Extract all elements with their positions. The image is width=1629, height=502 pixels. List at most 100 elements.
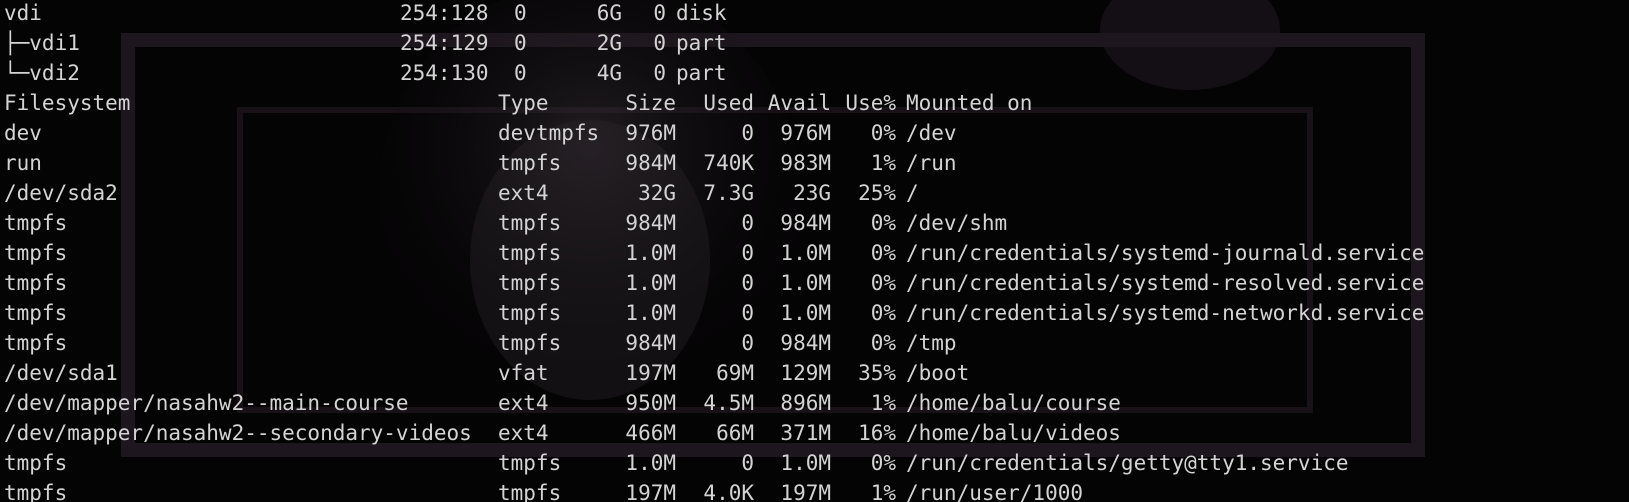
filesystem: tmpfs <box>4 211 68 235</box>
device-type: part <box>676 61 727 85</box>
fs-avail: 23G <box>793 181 831 205</box>
df-row: run tmpfs 984M 740K 983M 1% /run <box>4 150 1624 180</box>
fs-size: 984M <box>625 211 676 235</box>
fs-use-percent: 0% <box>870 331 896 355</box>
fs-type: tmpfs <box>498 241 562 265</box>
fs-use-percent: 25% <box>858 181 896 205</box>
header-type: Type <box>498 91 549 115</box>
df-row: /dev/sda1 vfat 197M 69M 129M 35% /boot <box>4 360 1624 390</box>
maj-min: 254:129 <box>400 31 489 55</box>
maj-min: 254:130 <box>400 61 489 85</box>
fs-use-percent: 0% <box>870 271 896 295</box>
device-name: └─vdi2 <box>4 61 80 85</box>
filesystem: tmpfs <box>4 271 68 295</box>
mount-point: / <box>906 181 919 205</box>
readonly-flag: 0 <box>653 31 666 55</box>
fs-used: 0 <box>741 241 754 265</box>
fs-avail: 1.0M <box>780 241 831 265</box>
header-mounted-on: Mounted on <box>906 91 1033 115</box>
device-size: 6G <box>596 1 622 25</box>
fs-use-percent: 0% <box>870 241 896 265</box>
filesystem: tmpfs <box>4 481 68 502</box>
fs-use-percent: 1% <box>870 151 896 175</box>
fs-type: tmpfs <box>498 151 562 175</box>
df-row: tmpfs tmpfs 1.0M 0 1.0M 0% /run/credentials/sy… <box>4 300 1624 330</box>
fs-use-percent: 0% <box>870 301 896 325</box>
device-name: vdi <box>4 1 42 25</box>
removable-flag: 0 <box>514 31 527 55</box>
fs-avail: 896M <box>780 391 831 415</box>
fs-size: 984M <box>625 331 676 355</box>
df-row: /dev/mapper/nasahw2--main-course ext4 950M… <box>4 390 1624 420</box>
df-row: /dev/mapper/nasahw2--secondary-videos ext… <box>4 420 1624 450</box>
fs-type: ext4 <box>498 181 549 205</box>
fs-size: 1.0M <box>625 241 676 265</box>
lsblk-row: └─vdi2 254:130 0 4G 0 part <box>4 60 1624 90</box>
fs-type: devtmpfs <box>498 121 600 145</box>
fs-use-percent: 1% <box>870 481 896 502</box>
fs-size: 32G <box>638 181 676 205</box>
df-row: tmpfs tmpfs 984M 0 984M 0% /dev/shm <box>4 210 1624 240</box>
fs-type: ext4 <box>498 421 549 445</box>
device-type: part <box>676 31 727 55</box>
header-used: Used <box>703 91 754 115</box>
removable-flag: 0 <box>514 1 527 25</box>
filesystem: tmpfs <box>4 241 68 265</box>
filesystem: tmpfs <box>4 451 68 475</box>
filesystem: tmpfs <box>4 301 68 325</box>
mount-point: /run/user/1000 <box>906 481 1084 502</box>
header-filesystem: Filesystem <box>4 91 131 115</box>
filesystem: run <box>4 151 42 175</box>
mount-point: /run/credentials/systemd-journald.servic… <box>906 241 1425 265</box>
mount-point: /run <box>906 151 957 175</box>
fs-used: 0 <box>741 271 754 295</box>
fs-used: 7.3G <box>703 181 754 205</box>
fs-avail: 983M <box>780 151 831 175</box>
filesystem: dev <box>4 121 42 145</box>
fs-used: 4.0K <box>703 481 754 502</box>
terminal-window[interactable]: vdi 254:128 0 6G 0 disk ├─vdi1 254:129 0 2G 0 part… <box>0 0 1629 502</box>
fs-type: tmpfs <box>498 211 562 235</box>
fs-used: 66M <box>716 421 754 445</box>
terminal-output: vdi 254:128 0 6G 0 disk ├─vdi1 254:129 0 2G 0 part… <box>4 0 1624 502</box>
mount-point: /dev <box>906 121 957 145</box>
fs-use-percent: 1% <box>870 391 896 415</box>
df-row: /dev/sda2 ext4 32G 7.3G 23G 25% / <box>4 180 1624 210</box>
df-header-row: Filesystem Type Size Used Avail Use% Mounted o… <box>4 90 1624 120</box>
fs-type: tmpfs <box>498 331 562 355</box>
fs-size: 976M <box>625 121 676 145</box>
mount-point: /run/credentials/systemd-networkd.servic… <box>906 301 1425 325</box>
fs-avail: 197M <box>780 481 831 502</box>
fs-use-percent: 16% <box>858 421 896 445</box>
filesystem: /dev/sda1 <box>4 361 118 385</box>
fs-type: tmpfs <box>498 271 562 295</box>
fs-type: vfat <box>498 361 549 385</box>
maj-min: 254:128 <box>400 1 489 25</box>
mount-point: /tmp <box>906 331 957 355</box>
fs-avail: 984M <box>780 211 831 235</box>
fs-avail: 1.0M <box>780 301 831 325</box>
fs-size: 1.0M <box>625 301 676 325</box>
fs-size: 950M <box>625 391 676 415</box>
header-use-percent: Use% <box>845 91 896 115</box>
df-row: tmpfs tmpfs 984M 0 984M 0% /tmp <box>4 330 1624 360</box>
fs-used: 740K <box>703 151 754 175</box>
mount-point: /home/balu/course <box>906 391 1121 415</box>
lsblk-row: vdi 254:128 0 6G 0 disk <box>4 0 1624 30</box>
fs-size: 984M <box>625 151 676 175</box>
mount-point: /dev/shm <box>906 211 1008 235</box>
fs-use-percent: 0% <box>870 211 896 235</box>
device-size: 2G <box>596 31 622 55</box>
fs-avail: 129M <box>780 361 831 385</box>
removable-flag: 0 <box>514 61 527 85</box>
fs-used: 0 <box>741 331 754 355</box>
mount-point: /run/credentials/systemd-resolved.servic… <box>906 271 1425 295</box>
fs-type: tmpfs <box>498 451 562 475</box>
fs-type: ext4 <box>498 391 549 415</box>
fs-use-percent: 0% <box>870 121 896 145</box>
filesystem: /dev/mapper/nasahw2--main-course <box>4 391 409 415</box>
filesystem: /dev/sda2 <box>4 181 118 205</box>
fs-type: tmpfs <box>498 301 562 325</box>
fs-avail: 976M <box>780 121 831 145</box>
device-name: ├─vdi1 <box>4 31 80 55</box>
